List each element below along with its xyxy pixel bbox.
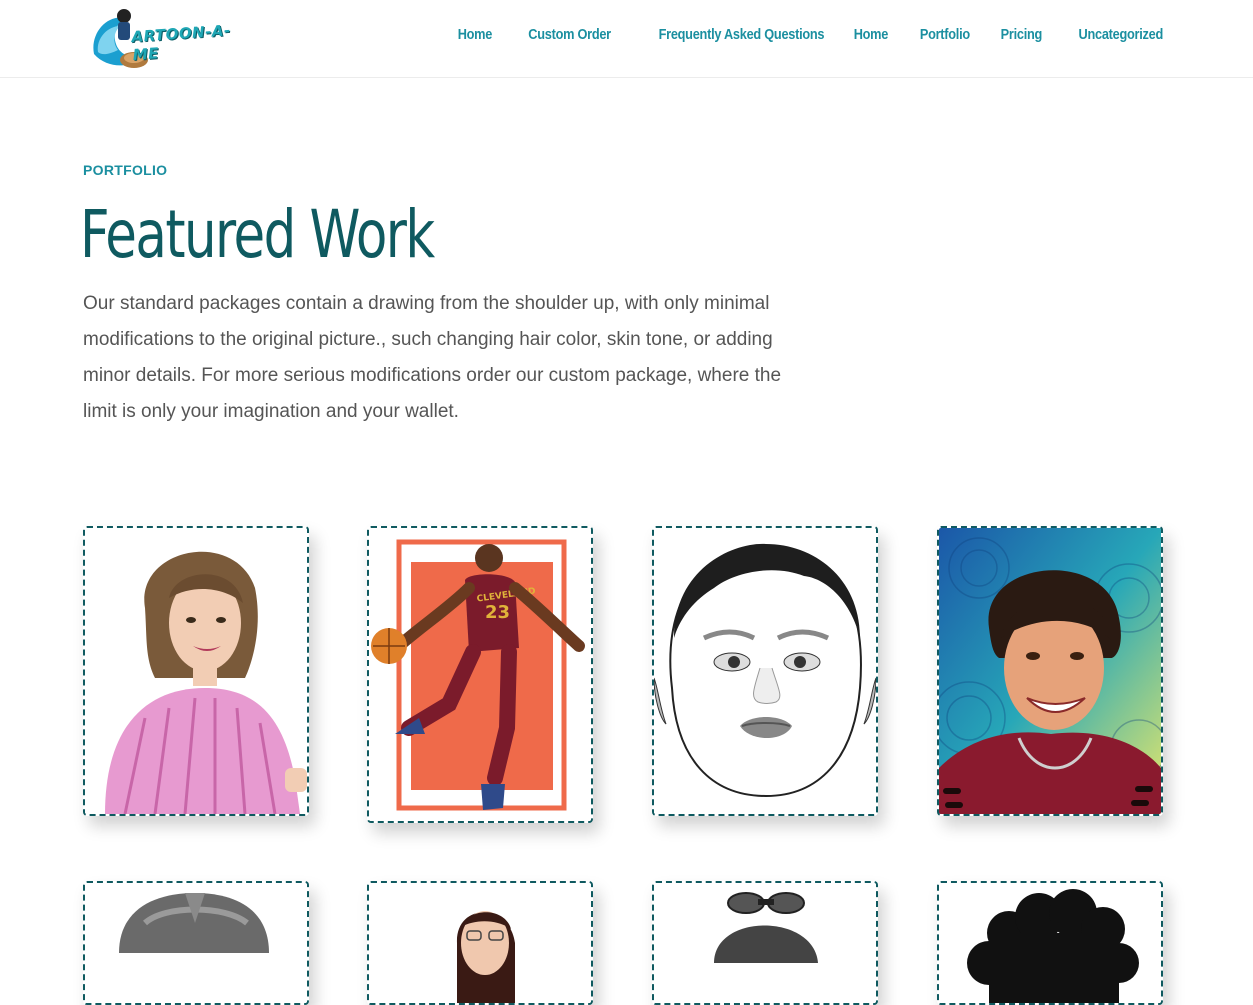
goggles-portrait-icon <box>654 883 876 1003</box>
jersey-number: 23 <box>485 602 510 623</box>
portfolio-item-2[interactable]: CLEVELAND 23 <box>367 526 593 823</box>
nav-uncategorized[interactable]: Uncategorized <box>1079 27 1164 43</box>
portfolio-item-5[interactable] <box>83 881 309 1005</box>
nav-portfolio[interactable]: Portfolio <box>920 27 970 43</box>
woman-glasses-portrait-icon <box>369 883 591 1003</box>
portfolio-item-7[interactable] <box>652 881 878 1005</box>
site-header: ARTOON-A-ME Home Custom Order Frequently… <box>0 0 1253 78</box>
nav-home-2[interactable]: Home <box>854 27 889 43</box>
nav-faq[interactable]: Frequently Asked Questions <box>658 27 824 43</box>
baby-face-sketch-icon <box>654 528 876 814</box>
curly-hair-portrait-icon <box>939 883 1161 1003</box>
nav-pricing[interactable]: Pricing <box>1001 27 1043 43</box>
main-nav: Home Custom Order Frequently Asked Quest… <box>428 27 1163 43</box>
woman-pink-shirt-portrait-icon <box>85 528 307 814</box>
basketball-player-portrait-icon: CLEVELAND 23 <box>369 528 591 821</box>
intro-paragraph: Our standard packages contain a drawing … <box>83 293 782 422</box>
portfolio-item-3[interactable] <box>652 526 878 816</box>
nav-home[interactable]: Home <box>457 27 492 43</box>
page-title: Featured Work <box>80 196 435 273</box>
helmet-portrait-icon <box>85 883 307 1003</box>
portfolio-item-8[interactable] <box>937 881 1163 1005</box>
portfolio-item-4[interactable] <box>937 526 1163 816</box>
portfolio-item-6[interactable] <box>367 881 593 1005</box>
nav-custom-order[interactable]: Custom Order <box>528 27 611 43</box>
site-logo[interactable]: ARTOON-A-ME <box>88 4 248 72</box>
smiling-woman-mandala-portrait-icon <box>939 528 1161 814</box>
section-eyebrow: PORTFOLIO <box>83 162 168 178</box>
portfolio-item-1[interactable] <box>83 526 309 816</box>
